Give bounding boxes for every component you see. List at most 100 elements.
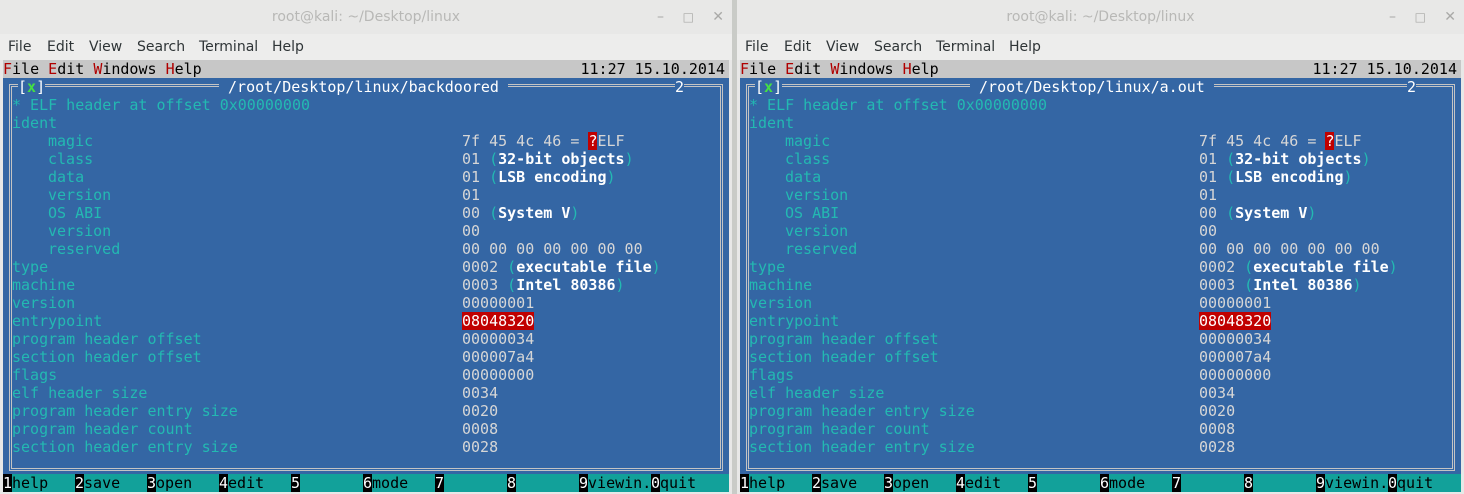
menu-view[interactable]: View — [89, 39, 122, 55]
menu-edit[interactable]: Edit — [784, 39, 811, 55]
elf-field-value[interactable]: 08048320 — [462, 312, 535, 330]
elf-field-label: flags — [12, 366, 58, 384]
elf-field-value[interactable]: 7f 45 4c 46 = — [1199, 132, 1325, 150]
elf-field-value[interactable]: 000007a4 — [1199, 348, 1271, 366]
elf-field-value-group: 000007a4 — [1199, 348, 1271, 366]
hiew-menu-hotkey: H — [902, 60, 912, 78]
fkey-3[interactable]: 3open — [147, 474, 192, 492]
hiew-menu-windows[interactable]: Windows — [830, 60, 893, 78]
fkey-4[interactable]: 4edit — [219, 474, 264, 492]
menu-file[interactable]: File — [8, 39, 31, 55]
elf-field-value[interactable]: 7f 45 4c 46 = — [462, 132, 588, 150]
elf-field-value[interactable]: 0028 — [1199, 438, 1235, 456]
fkey-6[interactable]: 6mode — [1100, 474, 1145, 492]
fkey-8[interactable]: 8 — [1244, 474, 1254, 492]
hiew-menu-file[interactable]: File — [740, 60, 776, 78]
elf-field-value[interactable]: 00000001 — [462, 294, 534, 312]
elf-field-value[interactable]: 0008 — [462, 420, 498, 438]
close-icon[interactable]: ✕ — [712, 8, 724, 26]
elf-field-value[interactable]: 00000034 — [462, 330, 534, 348]
menu-help[interactable]: Help — [1009, 39, 1041, 55]
fkey-6[interactable]: 6mode — [363, 474, 408, 492]
elf-field-value[interactable]: 0034 — [462, 384, 498, 402]
terminal-viewport[interactable]: File Edit Windows Help 11:27 15.10.2014[… — [3, 60, 729, 492]
fkey-number: 9 — [1316, 474, 1326, 492]
fkey-7[interactable]: 7 — [1172, 474, 1182, 492]
elf-field-value-group: 00000034 — [462, 330, 534, 348]
fkey-0[interactable]: 0quit — [1388, 474, 1433, 492]
minimize-icon[interactable]: – — [1389, 8, 1396, 26]
elf-field-value[interactable]: 00 — [1199, 222, 1217, 240]
fkey-7[interactable]: 7 — [435, 474, 445, 492]
elf-field-value[interactable]: 0003 — [462, 276, 498, 294]
maximize-icon[interactable]: □ — [1415, 8, 1426, 26]
elf-field-value[interactable]: 01 — [462, 186, 480, 204]
window-titlebar[interactable]: root@kali: ~/Desktop/linux – □ ✕ — [737, 0, 1464, 34]
menu-search[interactable]: Search — [874, 39, 922, 55]
fkey-0[interactable]: 0quit — [651, 474, 696, 492]
fkey-2[interactable]: 2save — [75, 474, 120, 492]
elf-field-value[interactable]: 0002 — [462, 258, 498, 276]
hiew-menu-windows[interactable]: Windows — [93, 60, 156, 78]
elf-field-label: machine — [749, 276, 813, 294]
paren: ) — [606, 168, 616, 186]
elf-field-value[interactable]: 01 — [462, 150, 480, 168]
menu-file[interactable]: File — [745, 39, 768, 55]
elf-field-value[interactable]: 0008 — [1199, 420, 1235, 438]
close-icon[interactable]: ✕ — [1444, 8, 1456, 26]
panel-close-button[interactable]: [x] — [18, 78, 46, 96]
fkey-9[interactable]: 9viewin. — [579, 474, 651, 492]
elf-field-value[interactable]: 00 00 00 00 00 00 00 — [1199, 240, 1380, 258]
hiew-menu-edit[interactable]: Edit — [785, 60, 821, 78]
paren: ( — [480, 204, 499, 222]
menu-edit[interactable]: Edit — [47, 39, 74, 55]
window-titlebar[interactable]: root@kali: ~/Desktop/linux – □ ✕ — [0, 0, 732, 34]
elf-field-value[interactable]: 00 00 00 00 00 00 00 — [462, 240, 643, 258]
elf-field-value[interactable]: 00000001 — [1199, 294, 1271, 312]
menu-terminal[interactable]: Terminal — [936, 39, 995, 55]
fkey-4[interactable]: 4edit — [956, 474, 1001, 492]
hiew-menu-help[interactable]: Help — [166, 60, 202, 78]
elf-field-value[interactable]: 01 — [1199, 186, 1217, 204]
elf-field-value[interactable]: 0020 — [1199, 402, 1235, 420]
elf-field-value[interactable]: 01 — [462, 168, 480, 186]
elf-field-value[interactable]: 0028 — [462, 438, 498, 456]
fkey-1[interactable]: 1help — [740, 474, 785, 492]
elf-field-value[interactable]: 0002 — [1199, 258, 1235, 276]
menu-terminal[interactable]: Terminal — [199, 39, 258, 55]
panel-close-button[interactable]: [x] — [755, 78, 783, 96]
elf-field-value[interactable]: 00000000 — [462, 366, 534, 384]
elf-field-value[interactable]: 00000000 — [1199, 366, 1271, 384]
elf-field-value[interactable]: 00000034 — [1199, 330, 1271, 348]
elf-field-value[interactable]: 01 — [1199, 168, 1217, 186]
fkey-number: 6 — [363, 474, 373, 492]
fkey-3[interactable]: 3open — [884, 474, 929, 492]
elf-field-value[interactable]: 00 — [462, 222, 480, 240]
fkey-8[interactable]: 8 — [507, 474, 517, 492]
fkey-9[interactable]: 9viewin. — [1316, 474, 1388, 492]
fkey-2[interactable]: 2save — [812, 474, 857, 492]
fkey-1[interactable]: 1help — [3, 474, 48, 492]
terminal-viewport[interactable]: File Edit Windows Help 11:27 15.10.2014[… — [740, 60, 1461, 492]
terminal-window-right[interactable]: root@kali: ~/Desktop/linux – □ ✕ File Edit Vie… — [737, 0, 1464, 494]
menu-view[interactable]: View — [826, 39, 859, 55]
hiew-menu-edit[interactable]: Edit — [48, 60, 84, 78]
minimize-icon[interactable]: – — [657, 8, 664, 26]
elf-field-value[interactable]: 08048320 — [1199, 312, 1272, 330]
terminal-window-left[interactable]: root@kali: ~/Desktop/linux – □ ✕ File Edit Vie… — [0, 0, 732, 494]
menu-search[interactable]: Search — [137, 39, 185, 55]
fkey-5[interactable]: 5 — [1028, 474, 1038, 492]
maximize-icon[interactable]: □ — [683, 8, 694, 26]
elf-field-value[interactable]: 01 — [1199, 150, 1217, 168]
menu-help[interactable]: Help — [272, 39, 304, 55]
elf-field-value[interactable]: 00 — [462, 204, 480, 222]
elf-field-value[interactable]: 000007a4 — [462, 348, 534, 366]
elf-field-value[interactable]: 0034 — [1199, 384, 1235, 402]
elf-field-value[interactable]: 0020 — [462, 402, 498, 420]
elf-field-value[interactable]: 0003 — [1199, 276, 1235, 294]
elf-field-value[interactable]: 00 — [1199, 204, 1217, 222]
fkey-5[interactable]: 5 — [291, 474, 301, 492]
elf-field-value-group: 0020 — [1199, 402, 1235, 420]
hiew-menu-help[interactable]: Help — [903, 60, 939, 78]
hiew-menu-file[interactable]: File — [3, 60, 39, 78]
